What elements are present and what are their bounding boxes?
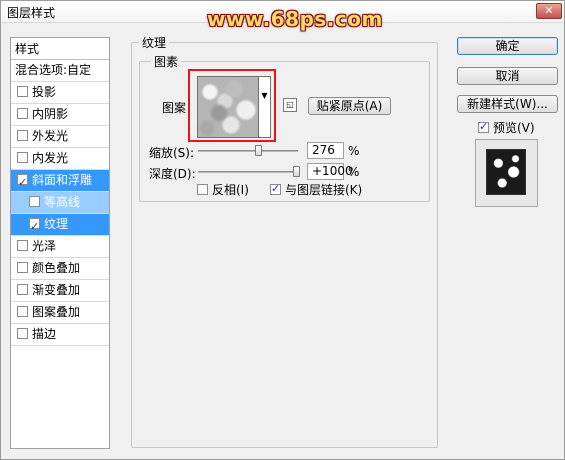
contour-checkbox[interactable] (29, 196, 40, 207)
style-item-contour[interactable]: 等高线 (11, 192, 109, 214)
style-item-label: 纹理 (44, 217, 69, 231)
invert-option[interactable]: 反相(I) (197, 181, 249, 198)
texture-checkbox[interactable] (29, 216, 40, 237)
style-item-satin[interactable]: 光泽 (11, 236, 109, 258)
new-preset-icon[interactable]: ◱ (283, 98, 297, 112)
style-item-label: 斜面和浮雕 (32, 173, 93, 187)
style-item-label: 内发光 (32, 151, 69, 165)
drop-shadow-checkbox[interactable] (17, 86, 28, 97)
inner-glow-checkbox[interactable] (17, 152, 28, 163)
style-item-pattern-overlay[interactable]: 图案叠加 (11, 302, 109, 324)
invert-label: 反相(I) (212, 183, 249, 197)
scale-input[interactable]: 276 (307, 142, 344, 159)
inner-shadow-checkbox[interactable] (17, 108, 28, 119)
style-item-label: 渐变叠加 (32, 283, 81, 297)
title-bar: 图层样式 www.68ps.com ✕ (1, 1, 564, 31)
new-style-button[interactable]: 新建样式(W)... (457, 95, 558, 113)
preview-checkbox[interactable] (478, 120, 489, 133)
style-item-bevel-emboss[interactable]: 斜面和浮雕 (11, 170, 109, 193)
close-button[interactable]: ✕ (536, 3, 562, 19)
outer-glow-checkbox[interactable] (17, 130, 28, 141)
style-item-inner-glow[interactable]: 内发光 (11, 148, 109, 170)
style-item-label: 图案叠加 (32, 305, 81, 319)
scale-unit: % (348, 144, 360, 158)
preview-option[interactable]: 预览(V) (478, 119, 535, 136)
style-list-header[interactable]: 样式 (11, 38, 109, 60)
pattern-label: 图案 (162, 101, 187, 115)
link-with-layer-option[interactable]: 与图层链接(K) (270, 181, 362, 198)
pattern-picker[interactable] (197, 76, 259, 138)
depth-unit: % (348, 165, 360, 179)
scale-slider[interactable] (198, 150, 298, 152)
style-item-gradient-overlay[interactable]: 渐变叠加 (11, 280, 109, 302)
depth-input[interactable]: +1000 (307, 163, 353, 180)
scale-label: 缩放(S): (149, 146, 195, 160)
color-overlay-checkbox[interactable] (17, 262, 28, 273)
preview-thumbnail (486, 149, 526, 195)
watermark: www.68ps.com (207, 7, 383, 31)
snap-to-origin-button[interactable]: 贴紧原点(A) (308, 97, 391, 115)
elements-group-title: 图素 (151, 53, 182, 70)
style-item-label: 投影 (32, 85, 57, 99)
preview-label: 预览(V) (493, 121, 535, 135)
texture-group-title: 纹理 (139, 34, 170, 51)
style-item-label: 等高线 (44, 195, 81, 209)
style-item-inner-shadow[interactable]: 内阴影 (11, 104, 109, 126)
satin-checkbox[interactable] (17, 240, 28, 251)
style-item-drop-shadow[interactable]: 投影 (11, 82, 109, 104)
style-item-outer-glow[interactable]: 外发光 (11, 126, 109, 148)
layer-style-dialog: 图层样式 www.68ps.com ✕ 样式 混合选项:自定 投影 内阴影 外发… (0, 0, 565, 460)
cancel-button[interactable]: 取消 (457, 67, 558, 85)
style-item-texture[interactable]: 纹理 (11, 214, 109, 237)
style-item-label: 光泽 (32, 239, 57, 253)
depth-label: 深度(D): (149, 167, 196, 181)
style-item-color-overlay[interactable]: 颜色叠加 (11, 258, 109, 280)
gradient-overlay-checkbox[interactable] (17, 284, 28, 295)
window-title: 图层样式 (7, 6, 56, 20)
link-with-layer-label: 与图层链接(K) (285, 183, 363, 197)
link-with-layer-checkbox[interactable] (270, 182, 281, 195)
depth-slider[interactable] (198, 171, 298, 173)
bevel-emboss-checkbox[interactable] (17, 172, 28, 193)
style-item-label: 内阴影 (32, 107, 69, 121)
style-item-stroke[interactable]: 描边 (11, 324, 109, 346)
style-list: 样式 混合选项:自定 投影 内阴影 外发光 内发光 斜面和浮雕 等高线 纹理 光… (10, 37, 110, 449)
blend-options-item[interactable]: 混合选项:自定 (11, 60, 109, 82)
pattern-dropdown-arrow-icon[interactable]: ▼ (259, 76, 271, 138)
style-item-label: 描边 (32, 327, 57, 341)
depth-slider-handle[interactable] (293, 166, 300, 177)
style-preview (475, 139, 538, 207)
scale-slider-handle[interactable] (255, 145, 262, 156)
style-item-label: 外发光 (32, 129, 69, 143)
ok-button[interactable]: 确定 (457, 37, 558, 55)
style-item-label: 颜色叠加 (32, 261, 81, 275)
stroke-checkbox[interactable] (17, 328, 28, 339)
pattern-overlay-checkbox[interactable] (17, 306, 28, 317)
invert-checkbox[interactable] (197, 184, 208, 195)
